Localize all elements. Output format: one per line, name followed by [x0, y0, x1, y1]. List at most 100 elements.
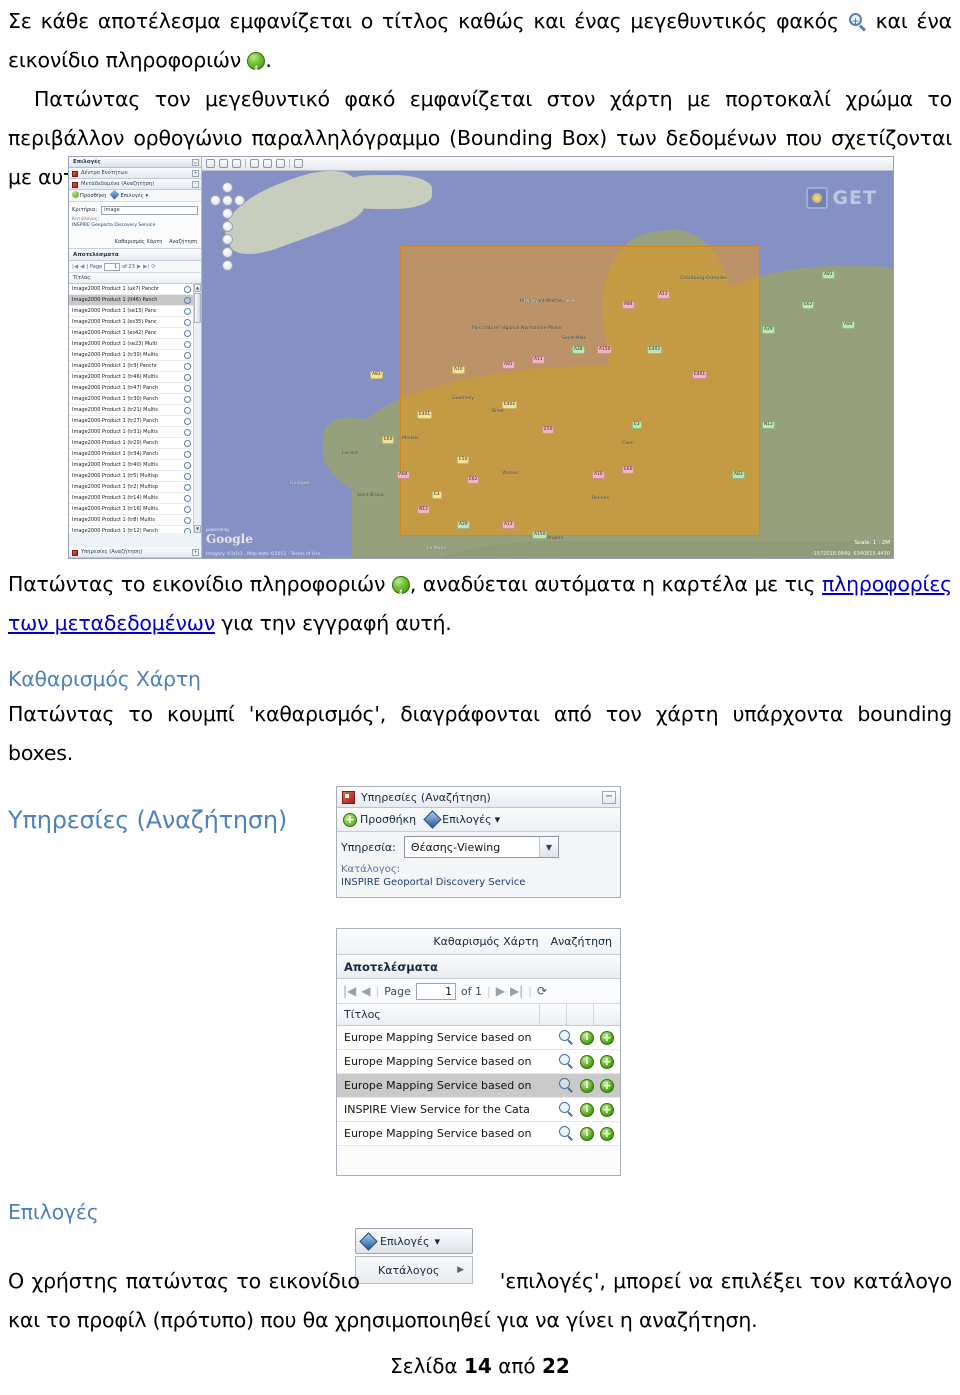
- add-plus-icon[interactable]: [600, 1078, 614, 1093]
- magnifier-icon[interactable]: [184, 439, 191, 447]
- results-list[interactable]: Image2000 Product 1 (uk7) Panchr Image200…: [69, 284, 201, 533]
- result-row[interactable]: Image2000 Product 1 (es35) Panc: [69, 317, 201, 328]
- panel-options-caret[interactable]: ▾: [145, 193, 148, 199]
- magnifier-icon[interactable]: [559, 1054, 574, 1069]
- add-plus-icon[interactable]: [600, 1054, 614, 1069]
- magnifier-icon[interactable]: [559, 1030, 574, 1045]
- info-icon[interactable]: [580, 1078, 594, 1093]
- pager-last-icon[interactable]: ▶|: [143, 264, 149, 270]
- magnifier-icon[interactable]: [184, 285, 191, 293]
- magnifier-icon[interactable]: [184, 384, 191, 392]
- info-icon[interactable]: [580, 1102, 594, 1117]
- accordion-metadata-search[interactable]: Μεταδεδομένα (Αναζήτηση) -: [69, 179, 201, 190]
- magnifier-icon[interactable]: [184, 373, 191, 381]
- panel-add-button[interactable]: Προσθήκη: [80, 193, 106, 199]
- result-row[interactable]: Image2000 Product 1 (tr46) Multis: [69, 372, 201, 383]
- pager-first-icon[interactable]: |◀: [343, 984, 356, 998]
- results-search-link[interactable]: Αναζήτηση: [551, 935, 612, 948]
- magnifier-icon[interactable]: [184, 450, 191, 458]
- magnifier-icon[interactable]: [184, 494, 191, 502]
- results-clear-map-link[interactable]: Καθαρισμός Χάρτη: [433, 935, 538, 948]
- magnifier-icon[interactable]: [184, 527, 191, 533]
- result-row[interactable]: Image2000 Product 1 (tr21) Multis: [69, 405, 201, 416]
- magnifier-icon[interactable]: [184, 406, 191, 414]
- result-row[interactable]: Image2000 Product 1 (tr40) Multis: [69, 460, 201, 471]
- info-icon[interactable]: [580, 1054, 594, 1069]
- results-scrollbar[interactable]: ▲ ▼: [193, 284, 201, 533]
- map-area[interactable]: GET A84 A13 A29 A150 A28 A11 A81 E402 E401 E50 E3 E…: [202, 157, 893, 558]
- result-row[interactable]: Image2000 Product 1 (uk7) Panchr: [69, 284, 201, 295]
- options-toolbar-button[interactable]: Επιλογές ▾: [355, 1228, 473, 1254]
- magnifier-icon[interactable]: [184, 340, 191, 348]
- criteria-input[interactable]: [101, 205, 198, 215]
- result-row[interactable]: Image2000 Product 1 (tr14) Multis: [69, 493, 201, 504]
- services-options-button[interactable]: Επιλογές ▾: [423, 810, 500, 829]
- pager-prev-icon[interactable]: ◀: [80, 264, 84, 270]
- result-row[interactable]: Image2000 Product 1 (se23) Multi: [69, 339, 201, 350]
- magnifier-icon[interactable]: [559, 1102, 574, 1117]
- magnifier-icon[interactable]: [184, 329, 191, 337]
- clear-tool-icon[interactable]: [276, 159, 285, 168]
- search-link[interactable]: Αναζήτηση: [169, 239, 197, 245]
- add-plus-icon[interactable]: [600, 1102, 614, 1117]
- magnifier-icon[interactable]: [184, 307, 191, 315]
- service-result-row[interactable]: INSPIRE View Service for the Cata: [337, 1098, 620, 1122]
- result-row[interactable]: Image2000 Product 1 (tr31) Multis: [69, 427, 201, 438]
- service-result-row[interactable]: Europe Mapping Service based on: [337, 1050, 620, 1074]
- fullextent-tool-icon[interactable]: [232, 159, 241, 168]
- pager-page-input[interactable]: 1: [104, 262, 121, 271]
- result-row[interactable]: Image2000 Product 1 (tr30) Multis: [69, 350, 201, 361]
- scrollbar-thumb[interactable]: [194, 293, 201, 323]
- magnifier-icon[interactable]: [184, 428, 191, 436]
- services-add-button[interactable]: Προσθήκη: [343, 812, 416, 827]
- chevron-down-icon[interactable]: ▼: [538, 837, 558, 857]
- accordion-services-toggle[interactable]: +: [192, 549, 199, 556]
- result-row[interactable]: Image2000 Product 1 (tr47) Panch: [69, 383, 201, 394]
- result-row[interactable]: Image2000 Product 1 (tr30) Panch: [69, 394, 201, 405]
- add-plus-icon[interactable]: [600, 1030, 614, 1045]
- services-minimize-button[interactable]: −: [602, 791, 616, 804]
- result-row[interactable]: Image2000 Product 1 (it46) Panch: [69, 295, 201, 306]
- result-row[interactable]: Image2000 Product 1 (tr34) Panch: [69, 449, 201, 460]
- scroll-down-arrow[interactable]: ▼: [194, 525, 201, 533]
- pan-tool-icon[interactable]: [206, 159, 215, 168]
- service-result-row[interactable]: Europe Mapping Service based on: [337, 1026, 620, 1050]
- result-row[interactable]: Image2000 Product 1 (tr16) Multis: [69, 504, 201, 515]
- scroll-up-arrow[interactable]: ▲: [194, 284, 201, 292]
- result-row[interactable]: Image2000 Product 1 (se13) Panc: [69, 306, 201, 317]
- identify-tool-icon[interactable]: [294, 159, 303, 168]
- result-row[interactable]: Image2000 Product 1 (es42) Panc: [69, 328, 201, 339]
- services-results-list[interactable]: Europe Mapping Service based on Europe Ma…: [337, 1026, 620, 1146]
- layers-tool-icon[interactable]: [263, 159, 272, 168]
- panel-options-button[interactable]: Επιλογές: [120, 193, 143, 199]
- magnifier-icon[interactable]: [184, 516, 191, 524]
- pager-next-icon[interactable]: ▶: [496, 984, 505, 998]
- measure-tool-icon[interactable]: [250, 159, 259, 168]
- magnifier-icon[interactable]: [184, 362, 191, 370]
- pager-refresh-icon[interactable]: ⟳: [151, 264, 156, 270]
- map-canvas[interactable]: GET A84 A13 A29 A150 A28 A11 A81 E402 E401 E50 E3 E…: [202, 171, 893, 558]
- result-row[interactable]: Image2000 Product 1 (tr3) Panchr: [69, 361, 201, 372]
- magnifier-icon[interactable]: [559, 1126, 574, 1141]
- result-row[interactable]: Image2000 Product 1 (tr5) Multisp: [69, 471, 201, 482]
- pager-last-icon[interactable]: ▶|: [510, 984, 523, 998]
- accordion-services-search[interactable]: Υπηρεσίες (Αναζήτηση) +: [69, 547, 201, 558]
- pager-prev-icon[interactable]: ◀: [361, 984, 370, 998]
- info-icon[interactable]: [580, 1126, 594, 1141]
- magnifier-icon[interactable]: [184, 461, 191, 469]
- magnifier-icon[interactable]: [184, 417, 191, 425]
- panel-minimize-button[interactable]: ▫: [192, 159, 199, 166]
- magnifier-icon[interactable]: [184, 395, 191, 403]
- pager-first-icon[interactable]: |◀: [72, 264, 78, 270]
- service-result-row[interactable]: Europe Mapping Service based on: [337, 1122, 620, 1146]
- result-row[interactable]: Image2000 Product 1 (tr2) Multisp: [69, 482, 201, 493]
- magnifier-icon[interactable]: [184, 351, 191, 359]
- magnifier-icon[interactable]: [184, 296, 191, 304]
- add-plus-icon[interactable]: [600, 1126, 614, 1141]
- magnifier-icon[interactable]: [184, 505, 191, 513]
- magnifier-icon[interactable]: [559, 1078, 574, 1093]
- service-result-row[interactable]: Europe Mapping Service based on: [337, 1074, 620, 1098]
- magnifier-icon[interactable]: [184, 472, 191, 480]
- service-type-select[interactable]: Θέασης-Viewing ▼: [403, 836, 559, 858]
- clear-map-link[interactable]: Καθαρισμός Χάρτη: [115, 239, 163, 245]
